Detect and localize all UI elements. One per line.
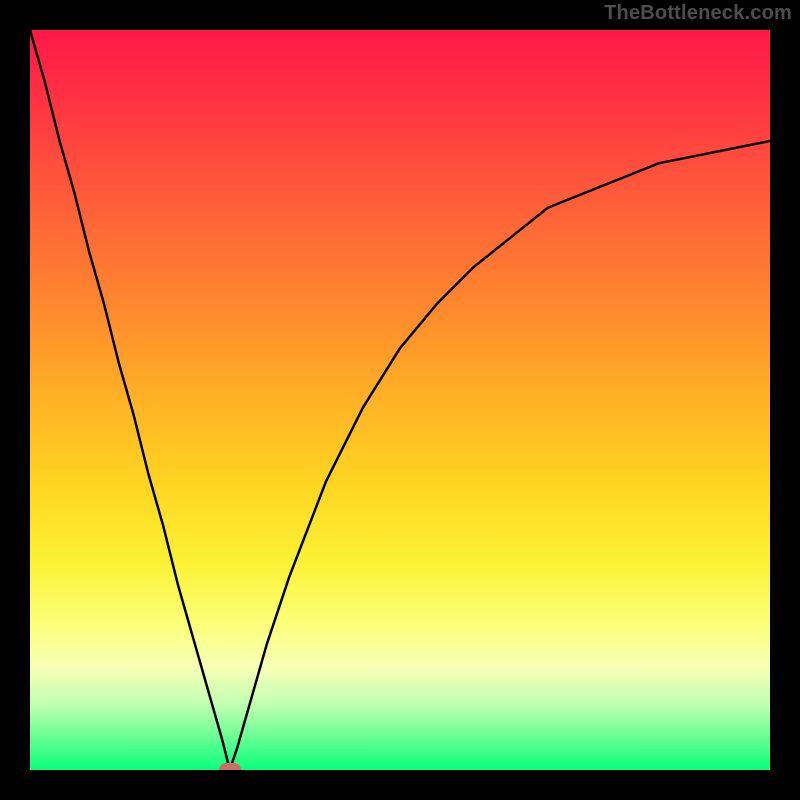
chart-frame: TheBottleneck.com xyxy=(0,0,800,800)
plot-area xyxy=(30,30,770,770)
bottleneck-curve xyxy=(30,30,770,770)
optimal-point-marker xyxy=(219,763,241,770)
watermark-text: TheBottleneck.com xyxy=(604,2,792,25)
